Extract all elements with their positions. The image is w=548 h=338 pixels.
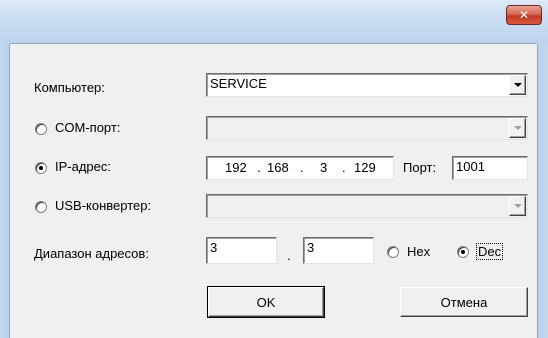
ip-octet-2: 168	[267, 160, 289, 175]
usb-converter-radio[interactable]	[35, 201, 47, 213]
address-range-from-value: 3	[210, 240, 218, 255]
cancel-button[interactable]: Отмена	[400, 287, 528, 317]
ip-address-radio[interactable]	[35, 162, 47, 174]
port-label: Порт:	[403, 160, 437, 175]
window-frame-right	[537, 44, 548, 338]
ok-button-label: OK	[256, 294, 276, 310]
hex-radio[interactable]	[387, 246, 399, 258]
com-port-radio[interactable]	[35, 123, 47, 135]
close-icon: ✕	[518, 8, 530, 22]
dialog-window: ✕ Компьютер: SERVICE COM-порт: IP-адрес:…	[0, 0, 548, 338]
address-range-to-input[interactable]: 3	[303, 237, 374, 264]
ip-address-label: IP-адрес:	[55, 159, 111, 174]
window-frame-left	[0, 44, 10, 338]
chevron-down-icon	[513, 83, 522, 87]
ip-dot-2: .	[300, 160, 304, 175]
computer-select[interactable]: SERVICE	[206, 73, 528, 97]
address-range-to-value: 3	[307, 240, 315, 255]
ip-dot-1: .	[257, 160, 261, 175]
address-range-from-input[interactable]: 3	[206, 237, 277, 264]
ip-address-input[interactable]: 192 . 168 . 3 . 129	[206, 156, 394, 180]
dialog-client-area: Компьютер: SERVICE COM-порт: IP-адрес: 1…	[11, 44, 537, 338]
title-bar[interactable]	[0, 0, 548, 44]
dec-radio[interactable]	[457, 246, 469, 258]
ip-octet-4: 129	[354, 160, 376, 175]
chevron-down-icon	[513, 126, 522, 130]
ip-octet-1: 192	[225, 160, 247, 175]
ip-dot-3: .	[342, 160, 346, 175]
cancel-button-label: Отмена	[440, 294, 488, 310]
ip-octet-3: 3	[320, 160, 328, 175]
com-port-dropdown-button[interactable]	[509, 118, 526, 138]
port-value: 1001	[456, 159, 485, 174]
computer-label: Компьютер:	[34, 80, 105, 95]
computer-select-value: SERVICE	[210, 76, 267, 91]
ok-button[interactable]: OK	[207, 286, 325, 318]
dec-label: Dec	[476, 243, 504, 260]
chevron-down-icon	[513, 204, 522, 208]
com-port-label: COM-порт:	[55, 120, 121, 135]
usb-converter-label: USB-конвертер:	[55, 198, 152, 213]
address-range-label: Диапазон адресов:	[34, 246, 149, 261]
computer-dropdown-button[interactable]	[509, 75, 526, 95]
com-port-select[interactable]	[206, 116, 528, 140]
address-range-separator: .	[287, 248, 291, 263]
port-input[interactable]: 1001	[452, 156, 528, 180]
usb-converter-select[interactable]	[206, 194, 528, 218]
close-button[interactable]: ✕	[506, 5, 542, 25]
hex-label: Hex	[407, 244, 431, 259]
usb-converter-dropdown-button[interactable]	[509, 196, 526, 216]
